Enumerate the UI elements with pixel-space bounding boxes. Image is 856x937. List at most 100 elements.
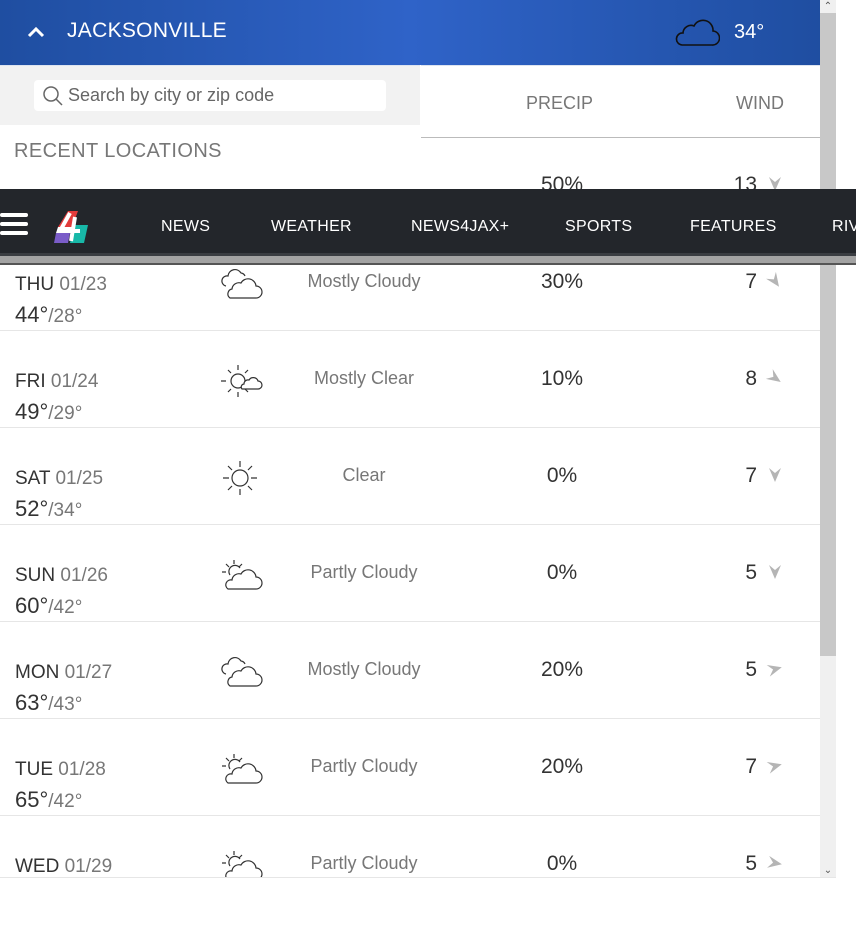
scroll-down-arrow[interactable]: ⌄	[820, 864, 836, 877]
forecast-date: 01/25	[55, 468, 104, 489]
precip-value: 0%	[546, 852, 578, 875]
day-of-week: SAT	[15, 468, 51, 489]
nav-weather[interactable]: WEATHER	[271, 218, 352, 236]
scroll-up-arrow[interactable]: ⌃	[820, 0, 836, 13]
current-temperature: 34°	[734, 21, 765, 43]
high-low-temps: 65°/42°	[15, 787, 82, 813]
condition-text: Partly Cloudy	[310, 853, 418, 873]
search-input[interactable]	[68, 80, 378, 111]
chevron-up-icon[interactable]	[24, 20, 48, 44]
partly-cloudy-icon	[222, 560, 263, 590]
forecast-row[interactable]: FRI 01/24 49°/29° Mostly Clear 10% 8	[0, 331, 820, 428]
day-of-week: SUN	[15, 565, 56, 586]
condition-text: Mostly Cloudy	[307, 659, 421, 679]
condition-text: Clear	[342, 465, 386, 485]
forecast-row[interactable]: MON 01/27 63°/43° Mostly Cloudy 20% 5	[0, 622, 820, 719]
site-navbar: NEWS WEATHER NEWS4JAX+ SPORTS FEATURES R…	[0, 189, 856, 265]
precip-value: 10%	[540, 367, 584, 390]
mostly-cloudy-icon	[221, 656, 263, 687]
forecast-date: 01/29	[64, 856, 113, 877]
precip-value: 30%	[540, 270, 584, 293]
precip-value: 0%	[546, 561, 578, 584]
forecast-row[interactable]: SAT 01/25 52°/34° Clear 0% 7	[0, 428, 820, 525]
search-box[interactable]	[34, 80, 386, 111]
low-temp: /34°	[48, 500, 83, 521]
wind-speed: 8	[745, 367, 757, 390]
day-of-week: THU	[15, 274, 55, 295]
wind-speed: 5	[745, 561, 757, 584]
search-area	[0, 65, 420, 125]
condition-text: Partly Cloudy	[310, 562, 418, 582]
precip-value: 20%	[540, 658, 584, 681]
forecast-day: WED 01/29	[15, 856, 113, 877]
scrollbar[interactable]: ⌃ ⌄	[820, 0, 836, 877]
low-temp: /42°	[48, 597, 83, 618]
clear-icon	[223, 461, 257, 495]
wind-speed: 5	[745, 658, 757, 681]
partly-cloudy-icon	[222, 754, 263, 784]
nav-features[interactable]: FEATURES	[690, 218, 777, 236]
recent-locations-heading: RECENT LOCATIONS	[14, 140, 222, 162]
forecast-day: TUE 01/28	[15, 759, 106, 781]
high-temp: 65°	[15, 787, 49, 812]
forecast-date: 01/28	[58, 759, 106, 780]
news4-logo[interactable]	[54, 211, 88, 243]
hamburger-menu-icon[interactable]	[0, 213, 28, 240]
wind-speed: 7	[745, 464, 757, 487]
forecast-column-headers: PRECIP WIND	[421, 65, 820, 138]
wind-direction-icon	[769, 468, 781, 482]
forecast-day: MON 01/27	[15, 662, 112, 684]
high-low-temps: 60°/42°	[15, 593, 82, 619]
day-of-week: MON	[15, 662, 60, 683]
wind-direction-icon	[765, 369, 781, 383]
nav-sports[interactable]: SPORTS	[565, 218, 632, 236]
condition-text: Mostly Cloudy	[307, 271, 421, 291]
day-of-week: TUE	[15, 759, 53, 780]
navbar-divider	[0, 256, 856, 265]
high-temp: 49°	[15, 399, 49, 424]
location-search-panel: RECENT LOCATIONS	[0, 65, 420, 189]
precip-header: PRECIP	[526, 93, 594, 113]
high-low-temps: 52°/34°	[15, 496, 82, 522]
precip-value: 0%	[546, 464, 578, 487]
day-of-week: WED	[15, 856, 60, 877]
wind-direction-icon	[766, 271, 780, 287]
forecast-date: 01/26	[60, 565, 108, 586]
mostly-clear-icon	[221, 365, 263, 397]
forecast-row[interactable]: SUN 01/26 60°/42° Partly Cloudy 0% 5	[0, 525, 820, 622]
nav-news[interactable]: NEWS	[161, 218, 210, 236]
high-temp: 60°	[15, 593, 49, 618]
nav-riv[interactable]: RIV	[832, 218, 856, 236]
location-header: JACKSONVILLE 34°	[0, 0, 820, 65]
wind-speed: 5	[745, 852, 757, 875]
condition-text: Mostly Clear	[313, 368, 415, 388]
mostly-cloudy-icon	[221, 268, 263, 299]
high-temp: 44°	[15, 302, 49, 327]
forecast-day: SUN 01/26	[15, 565, 108, 587]
low-temp: /42°	[48, 791, 83, 812]
city-name[interactable]: JACKSONVILLE	[67, 19, 227, 43]
forecast-row[interactable]: WED 01/29 Partly Cloudy 0% 5	[0, 816, 820, 877]
high-low-temps: 63°/43°	[15, 690, 82, 716]
wind-direction-icon	[769, 565, 781, 579]
low-temp: /28°	[48, 306, 83, 327]
forecast-date: 01/23	[59, 274, 107, 295]
high-low-temps: 44°/28°	[15, 302, 82, 328]
nav-news4jax-plus[interactable]: NEWS4JAX+	[411, 218, 509, 236]
forecast-day: SAT 01/25	[15, 468, 103, 490]
forecast-date: 01/27	[64, 662, 113, 683]
wind-direction-icon	[766, 665, 782, 677]
forecast-day: FRI 01/24	[15, 371, 98, 393]
scrollbar-thumb[interactable]	[820, 13, 836, 656]
low-temp: /43°	[48, 694, 83, 715]
high-temp: 63°	[15, 690, 49, 715]
condition-text: Partly Cloudy	[310, 756, 418, 776]
wind-header: WIND	[736, 93, 784, 113]
forecast-day: THU 01/23	[15, 274, 107, 296]
wind-direction-icon	[766, 762, 782, 774]
day-of-week: FRI	[15, 371, 46, 392]
wind-speed: 7	[745, 755, 757, 778]
search-icon	[43, 86, 63, 106]
forecast-row[interactable]: TUE 01/28 65°/42° Partly Cloudy 20% 7	[0, 719, 820, 816]
partly-cloudy-icon	[222, 851, 263, 877]
